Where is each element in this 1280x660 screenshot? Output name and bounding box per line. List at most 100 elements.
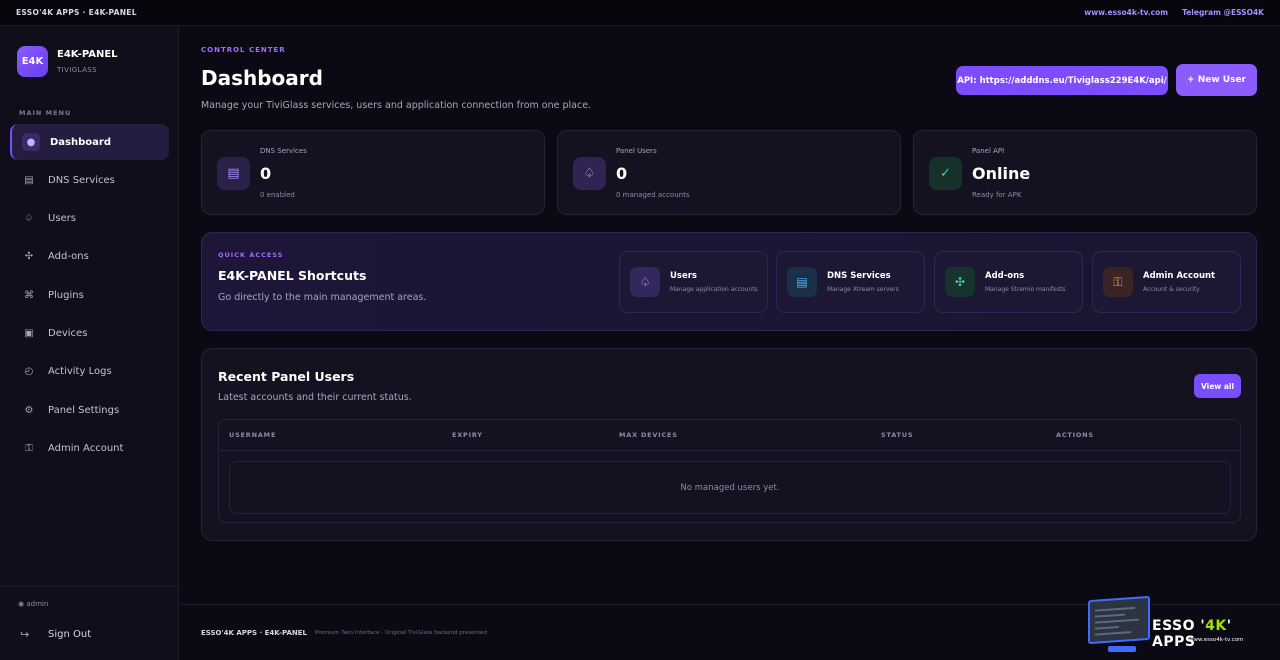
- app-logo[interactable]: E4K: [17, 46, 48, 77]
- top-bar-links: www.esso4k-tv.com Telegram @ESSO4K: [1084, 8, 1264, 17]
- column-header-username[interactable]: USERNAME: [229, 431, 276, 439]
- sign-out-button[interactable]: ↪ Sign Out: [10, 621, 169, 647]
- sidebar-item-label: DNS Services: [48, 174, 115, 186]
- sidebar-item-label: Admin Account: [48, 442, 124, 454]
- watermark-title: ESSO '4K' APPS: [1152, 618, 1232, 650]
- stat-subtext: Ready for APK: [972, 191, 1022, 199]
- quick-access-title: E4K-PANEL Shortcuts: [218, 268, 367, 283]
- stat-label: Panel API: [972, 147, 1005, 155]
- addons-icon: ✣: [945, 267, 975, 297]
- stat-subtext: 0 managed accounts: [616, 191, 690, 199]
- sidebar-item-plugins[interactable]: ⌘ Plugins: [10, 277, 169, 313]
- shortcut-subtitle: Manage application accounts: [670, 286, 758, 293]
- empty-state-message: No managed users yet.: [229, 461, 1231, 514]
- app-title: E4K-PANEL: [57, 49, 118, 60]
- page-description: Manage your TiviGlass services, users an…: [201, 100, 592, 111]
- sidebar-item-devices[interactable]: ▣ Devices: [10, 315, 169, 351]
- page-eyebrow: CONTROL CENTER: [201, 46, 286, 54]
- telegram-link[interactable]: Telegram @ESSO4K: [1182, 8, 1264, 17]
- plugin-icon: ⌘: [24, 289, 34, 301]
- sidebar-item-users[interactable]: ♤ Users: [10, 201, 169, 237]
- recent-users-description: Latest accounts and their current status…: [218, 392, 412, 403]
- shortcut-subtitle: Manage Xtream servers: [827, 286, 899, 293]
- shortcut-title: DNS Services: [827, 271, 891, 281]
- quick-access-eyebrow: QUICK ACCESS: [218, 251, 284, 259]
- shortcut-admin-account[interactable]: ⚿ Admin Account Account & security: [1092, 251, 1241, 313]
- sign-out-label: Sign Out: [48, 628, 92, 640]
- page-title: Dashboard: [201, 66, 323, 90]
- server-icon: ▤: [24, 174, 34, 186]
- view-all-button[interactable]: View all: [1194, 374, 1241, 398]
- addons-icon: ✣: [24, 251, 34, 263]
- api-url-button[interactable]: API: https://adddns.eu/Tiviglass229E4K/a…: [956, 66, 1168, 95]
- stat-label: DNS Services: [260, 147, 307, 155]
- stat-value: 0: [260, 164, 272, 183]
- shortcut-title: Add-ons: [985, 271, 1025, 281]
- column-header-status[interactable]: STATUS: [881, 431, 913, 439]
- shortcut-add-ons[interactable]: ✣ Add-ons Manage Stremio manifests: [934, 251, 1083, 313]
- sidebar-nav: ● Dashboard ▤ DNS Services ♤ Users ✣ Add-ons ⌘ Pl…: [10, 124, 169, 469]
- admin-icon: ⚿: [1103, 267, 1133, 297]
- top-bar-brand: ESSO'4K APPS · E4K-PANEL: [16, 8, 137, 17]
- stat-subtext: 0 enabled: [260, 191, 295, 199]
- app-subtitle: TIVIGLASS: [57, 66, 97, 74]
- sidebar-item-add-ons[interactable]: ✣ Add-ons: [10, 239, 169, 275]
- watermark-url: www.esso4k-tv.com: [1189, 637, 1244, 643]
- sidebar-item-label: Devices: [48, 327, 88, 339]
- circle-icon: ●: [22, 133, 40, 151]
- recent-users-panel: Recent Panel Users Latest accounts and t…: [201, 348, 1257, 541]
- sidebar-item-label: Plugins: [48, 289, 84, 301]
- stat-label: Panel Users: [616, 147, 657, 155]
- quick-access-panel: QUICK ACCESS E4K-PANEL Shortcuts Go dire…: [201, 232, 1257, 331]
- recent-users-title: Recent Panel Users: [218, 369, 355, 384]
- shortcut-dns-services[interactable]: ▤ DNS Services Manage Xtream servers: [776, 251, 925, 313]
- top-bar: ESSO'4K APPS · E4K-PANEL www.esso4k-tv.c…: [0, 0, 1280, 26]
- sidebar-item-activity-logs[interactable]: ◴ Activity Logs: [10, 354, 169, 390]
- sidebar-item-label: Activity Logs: [48, 366, 112, 378]
- shortcut-title: Admin Account: [1143, 271, 1216, 281]
- stat-card-panel-api: ✓ Panel API Online Ready for APK: [913, 130, 1257, 215]
- stat-card-panel-users: ♤ Panel Users 0 0 managed accounts: [557, 130, 901, 215]
- sidebar: E4K E4K-PANEL TIVIGLASS MAIN MENU ● Dashb…: [0, 26, 179, 660]
- user-icon: ♤: [573, 157, 606, 190]
- check-icon: ✓: [929, 157, 962, 190]
- shortcut-users[interactable]: ♤ Users Manage application accounts: [619, 251, 768, 313]
- quick-access-description: Go directly to the main management areas…: [218, 292, 427, 303]
- sidebar-item-dns-services[interactable]: ▤ DNS Services: [10, 162, 169, 198]
- stat-value: Online: [972, 164, 1031, 183]
- column-header-expiry[interactable]: EXPIRY: [452, 431, 483, 439]
- user-icon: ♤: [24, 213, 34, 225]
- main-content: CONTROL CENTER Dashboard Manage your Tiv…: [179, 26, 1280, 660]
- column-header-max-devices[interactable]: MAX DEVICES: [619, 431, 678, 439]
- sidebar-item-label: Panel Settings: [48, 404, 120, 416]
- sidebar-item-label: Dashboard: [50, 136, 111, 148]
- device-icon: ▣: [24, 327, 34, 339]
- clock-icon: ◴: [24, 366, 34, 378]
- users-table: USERNAME EXPIRY MAX DEVICES STATUS ACTIO…: [218, 419, 1241, 523]
- admin-icon: ⚿: [25, 442, 33, 454]
- sidebar-footer-divider: [0, 586, 179, 587]
- stat-value: 0: [616, 164, 628, 183]
- gear-icon: ⚙: [24, 404, 34, 416]
- server-icon: ▤: [787, 267, 817, 297]
- logged-in-user: ◉ admin: [18, 600, 49, 608]
- shortcut-title: Users: [670, 271, 697, 281]
- sidebar-item-admin-account[interactable]: ⚿ Admin Account: [10, 430, 169, 466]
- website-link[interactable]: www.esso4k-tv.com: [1084, 8, 1168, 17]
- stat-card-dns-services: ▤ DNS Services 0 0 enabled: [201, 130, 545, 215]
- sidebar-item-label: Add-ons: [48, 251, 89, 263]
- main-menu-heading: MAIN MENU: [19, 109, 72, 117]
- sidebar-item-panel-settings[interactable]: ⚙ Panel Settings: [10, 392, 169, 428]
- new-user-button[interactable]: + New User: [1176, 64, 1257, 96]
- user-icon: ♤: [630, 267, 660, 297]
- footer-note: Premium Twin Interface · Original TiviGl…: [315, 630, 487, 636]
- server-icon: ▤: [217, 157, 250, 190]
- shortcut-subtitle: Manage Stremio manifests: [985, 286, 1066, 293]
- monitor-icon: [1088, 595, 1150, 645]
- shortcut-subtitle: Account & security: [1143, 286, 1200, 293]
- sign-out-icon: ↪: [20, 627, 30, 641]
- sidebar-item-dashboard[interactable]: ● Dashboard: [10, 124, 169, 160]
- footer-brand: ESSO'4K APPS · E4K-PANEL: [201, 629, 308, 637]
- watermark-logo: ESSO '4K' APPS www.esso4k-tv.com: [1088, 595, 1280, 660]
- table-header: USERNAME EXPIRY MAX DEVICES STATUS ACTIO…: [219, 420, 1240, 451]
